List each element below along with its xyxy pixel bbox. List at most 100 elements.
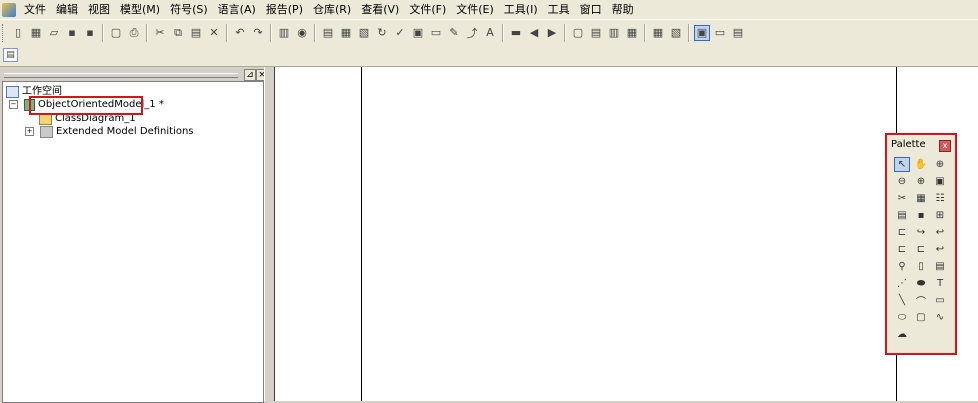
zoom-fit-icon[interactable]: ▧ [668,25,684,41]
app-icon [2,2,16,17]
polygon-tool[interactable]: ☁ [894,327,910,342]
pencil-icon[interactable]: ✎ [446,25,462,41]
properties-icon[interactable]: ▥ [276,25,292,41]
toggle-result-icon[interactable]: ▤ [730,25,746,41]
toggle-browser-icon[interactable]: ▣ [694,24,710,41]
close-icon[interactable]: x [939,140,951,152]
layout3-icon[interactable]: ▥ [606,25,622,41]
line-tool[interactable]: ╲ [894,293,910,308]
menu-item[interactable]: 文件 [19,0,51,19]
toolbar-separator [502,23,504,42]
toolbar-separator [564,23,566,42]
menu-item[interactable]: 视图 [83,0,115,19]
toolbar-grip[interactable] [2,23,6,42]
delete-icon[interactable]: ✕ [206,25,222,41]
generalization-tool[interactable]: ⊏ [894,225,910,240]
realization-tool[interactable]: ↩ [932,242,948,257]
layout4-icon[interactable]: ▦ [624,25,640,41]
delete-tool[interactable]: ✂ [894,191,910,206]
toggle-output-icon[interactable]: ▭ [712,25,728,41]
block-icon[interactable]: ▬ [508,25,524,41]
print-icon[interactable]: ⎙ [126,25,142,41]
link-icon[interactable]: ⤴ [464,25,480,41]
menu-item[interactable]: 窗口 [575,0,607,19]
view-icon[interactable]: ▣ [410,25,426,41]
menu-item[interactable]: 仓库(R) [308,0,356,19]
menu-item[interactable]: 文件(E) [451,0,499,19]
class-tool[interactable]: ☷ [932,191,948,206]
menu-item[interactable]: 工具 [543,0,575,19]
new-icon[interactable]: ▯ [10,25,26,41]
cut-icon[interactable]: ✂ [152,25,168,41]
dependency-tool[interactable]: ⊏ [913,242,929,257]
pointer-tool[interactable]: ↖ [894,157,910,172]
text-icon[interactable]: A [482,25,498,41]
diagram-canvas[interactable] [274,67,978,401]
menu-item[interactable]: 报告(P) [261,0,308,19]
composition-tool[interactable]: ⊏ [894,242,910,257]
link-tool[interactable]: ⋰ [894,276,910,291]
browser-icon[interactable]: ◉ [294,25,310,41]
menu-item[interactable]: 编辑 [51,0,83,19]
layout2-icon[interactable]: ▤ [588,25,604,41]
save-icon[interactable]: ▪ [64,25,80,41]
zoom-tool[interactable]: ⊕ [913,174,929,189]
diagram-icon[interactable]: ▤ [3,48,18,62]
menu-item[interactable]: 模型(M) [115,0,165,19]
folder-icon [40,125,53,138]
collapse-icon[interactable]: − [9,100,18,109]
check-model-icon[interactable]: ✓ [392,25,408,41]
grabber-tool[interactable]: ✋ [913,157,929,172]
copy-icon[interactable]: ⧉ [170,25,186,41]
import-icon[interactable]: ▧ [356,25,372,41]
package-icon[interactable]: ▦ [338,25,354,41]
redo-icon[interactable]: ↷ [250,25,266,41]
toolbar-separator [314,23,316,42]
arc-tool[interactable]: ⌒ [913,293,929,308]
panel-grip[interactable] [4,73,238,78]
model-icon[interactable]: ▤ [320,25,336,41]
save-all-icon[interactable]: ▪ [82,25,98,41]
menu-item[interactable]: 文件(F) [404,0,451,19]
refresh-icon[interactable]: ↻ [374,25,390,41]
zoom-out-tool[interactable]: ⊖ [894,174,910,189]
open-model-icon[interactable]: ▦ [28,25,44,41]
open-diagram-tool[interactable]: ▣ [932,174,948,189]
aggregation-tool[interactable]: ↩ [932,225,948,240]
title-tool[interactable]: ⬬ [913,276,929,291]
file-tool[interactable]: ▯ [913,259,929,274]
main-toolbar: ▯ ▦ ▱ ▪ ▪ ▢ ⎙ ✂ ⧉ ▤ ✕ ↶ ↷ ▥ ◉ ▤ ▦ ▧ ↻ ✓ ▣ ▭ ✎ ⤴ A ▬ ◀ ▶ ▢ ▤ ▥ ▦ ▦ ▧ ▣ ▭ ▤ [0,19,978,45]
properties-tool[interactable]: ▦ [913,191,929,206]
pin-icon[interactable]: ⊿ [244,69,256,81]
toolbar-separator [644,23,646,42]
undo-icon[interactable]: ↶ [232,25,248,41]
paste-icon[interactable]: ▤ [188,25,204,41]
rectangle-tool[interactable]: ▭ [932,293,948,308]
association-tool[interactable]: ↪ [913,225,929,240]
text-tool[interactable]: T [932,276,948,291]
print-preview-icon[interactable]: ▢ [108,25,124,41]
menu-item[interactable]: 帮助 [607,0,639,19]
tree-label: Extended Model Definitions [56,126,194,137]
menu-item[interactable]: 查看(V) [356,0,404,19]
arrow-right-icon[interactable]: ▶ [544,25,560,41]
rounded-rect-tool[interactable]: ▢ [913,310,929,325]
package-tool[interactable]: ⊞ [932,208,948,223]
zoom-in-tool[interactable]: ⊕ [932,157,948,172]
interface-tool[interactable]: ▤ [894,208,910,223]
layout1-icon[interactable]: ▢ [570,25,586,41]
tree-item-extended[interactable]: + Extended Model Definitions [25,125,194,138]
menu-item[interactable]: 语言(A) [213,0,261,19]
open-icon[interactable]: ▱ [46,25,62,41]
require-link-tool[interactable]: ⚲ [894,259,910,274]
polyline-tool[interactable]: ∿ [932,310,948,325]
menu-item[interactable]: 工具(I) [499,0,543,19]
menu-item[interactable]: 符号(S) [165,0,213,19]
note-tool[interactable]: ▤ [932,259,948,274]
port-tool[interactable]: ▪ [913,208,929,223]
expand-icon[interactable]: + [25,127,34,136]
ellipse-tool[interactable]: ⬭ [894,310,910,325]
sheet-icon[interactable]: ▭ [428,25,444,41]
grid-icon[interactable]: ▦ [650,25,666,41]
arrow-left-icon[interactable]: ◀ [526,25,542,41]
